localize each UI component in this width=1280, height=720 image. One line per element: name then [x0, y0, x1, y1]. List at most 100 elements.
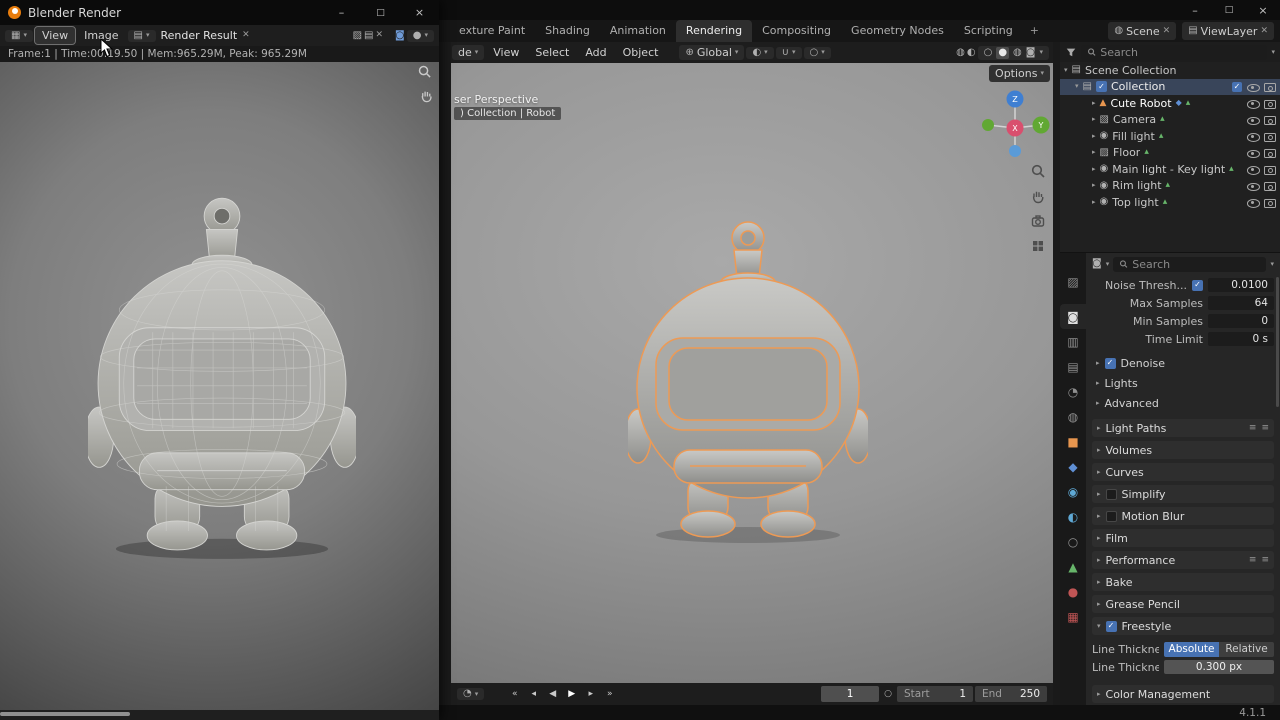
- presets-icon[interactable]: ≡: [1249, 556, 1257, 565]
- outliner-item-fill-light[interactable]: ▸ ◉ Fill light ▴: [1060, 128, 1280, 145]
- view-settings-dropdown[interactable]: ● ▾: [407, 30, 434, 42]
- field-value[interactable]: 0.0100: [1208, 278, 1274, 292]
- volumes-panel[interactable]: ▸ Volumes: [1092, 441, 1274, 459]
- bake-panel[interactable]: ▸ Bake: [1092, 573, 1274, 591]
- workspace-tab-compositing[interactable]: Compositing: [752, 20, 841, 42]
- outliner-item-cute-robot[interactable]: ▸ ▲ Cute Robot ◆ ▴: [1060, 95, 1280, 112]
- expand-icon[interactable]: ▾: [1064, 67, 1068, 74]
- texture-properties-tab[interactable]: ▦: [1060, 604, 1086, 629]
- disable-render-camera-icon[interactable]: [1263, 80, 1276, 93]
- outliner-item-scene-collection[interactable]: ▾ ▤ Scene Collection: [1060, 62, 1280, 79]
- pan-hand-icon[interactable]: [1030, 188, 1046, 204]
- unpin-icon[interactable]: ✕: [376, 31, 384, 40]
- image-slot-dropdown[interactable]: ▤ ▾: [128, 30, 156, 42]
- field-value[interactable]: 0: [1208, 314, 1274, 328]
- outliner-search-input[interactable]: [1100, 46, 1261, 59]
- minimize-button[interactable]: –: [1178, 0, 1212, 20]
- constraints-properties-tab[interactable]: ○: [1060, 529, 1086, 554]
- jump-to-end-button[interactable]: »: [601, 686, 618, 702]
- performance-panel[interactable]: ▸ Performance ≡ ≡: [1092, 551, 1274, 569]
- orthographic-toggle-icon[interactable]: [1030, 238, 1046, 254]
- expand-icon[interactable]: ▾: [1075, 83, 1079, 90]
- maximize-button[interactable]: □: [361, 0, 400, 25]
- menu-view[interactable]: View: [35, 27, 75, 44]
- workspace-tab-shading[interactable]: Shading: [535, 20, 600, 42]
- camera-view-icon[interactable]: [1030, 213, 1046, 229]
- workspace-tab-geometry-nodes[interactable]: Geometry Nodes: [841, 20, 954, 42]
- properties-scrollbar[interactable]: [1276, 277, 1279, 407]
- open-image-icon[interactable]: ▤: [364, 31, 373, 41]
- menu-view[interactable]: View: [486, 44, 526, 61]
- menu-select[interactable]: Select: [528, 44, 576, 61]
- physics-properties-tab[interactable]: ◐: [1060, 504, 1086, 529]
- next-keyframe-button[interactable]: ▸: [582, 686, 599, 702]
- field-value[interactable]: 0 s: [1208, 332, 1274, 346]
- presets-icon[interactable]: ≡: [1249, 424, 1257, 433]
- minimize-button[interactable]: –: [322, 0, 361, 25]
- timeline-editor-dropdown[interactable]: ◔ ▾: [457, 688, 484, 700]
- frame-start-field[interactable]: Start 1: [897, 686, 973, 702]
- absolute-button[interactable]: Absolute: [1164, 642, 1219, 657]
- relative-button[interactable]: Relative: [1219, 642, 1274, 657]
- object-properties-tab[interactable]: ■: [1060, 429, 1086, 454]
- disable-render-camera-icon[interactable]: [1263, 146, 1276, 159]
- collection-selectable-checkbox[interactable]: ✓: [1232, 82, 1242, 92]
- zoom-icon[interactable]: [417, 64, 432, 79]
- lights-subsection[interactable]: ▸ Lights: [1092, 375, 1274, 391]
- hide-eye-icon[interactable]: [1246, 196, 1259, 209]
- outliner-item-rim-light[interactable]: ▸ ◉ Rim light ▴: [1060, 178, 1280, 195]
- render-window-titlebar[interactable]: Blender Render – □ ×: [0, 0, 439, 25]
- unlink-viewlayer-icon[interactable]: ✕: [1260, 27, 1268, 36]
- play-button[interactable]: ▶: [563, 686, 580, 702]
- properties-search-input[interactable]: [1132, 258, 1260, 271]
- expand-icon[interactable]: ▸: [1092, 100, 1096, 107]
- grease-pencil-panel[interactable]: ▸ Grease Pencil: [1092, 595, 1274, 613]
- field-value[interactable]: 64: [1208, 296, 1274, 310]
- shading-material-button[interactable]: ◍: [1013, 48, 1022, 58]
- pan-hand-icon[interactable]: [419, 88, 434, 103]
- menu-object[interactable]: Object: [616, 44, 666, 61]
- disable-render-camera-icon[interactable]: [1263, 179, 1276, 192]
- output-properties-tab[interactable]: ▥: [1060, 329, 1086, 354]
- properties-options-icon[interactable]: ▾: [1270, 261, 1274, 268]
- hide-eye-icon[interactable]: [1246, 146, 1259, 159]
- hide-eye-icon[interactable]: [1246, 80, 1259, 93]
- auto-keying-icon[interactable]: ○: [884, 690, 892, 699]
- horizontal-scrollbar[interactable]: [0, 712, 130, 716]
- disable-render-camera-icon[interactable]: [1263, 196, 1276, 209]
- outliner-item-collection[interactable]: ▾ ▤ ✓ Collection ✓: [1060, 79, 1280, 96]
- outliner-item-top-light[interactable]: ▸ ◉ Top light ▴: [1060, 194, 1280, 211]
- simplify-panel[interactable]: ▸ ✓ Simplify: [1092, 485, 1274, 503]
- robot-model[interactable]: [628, 218, 868, 548]
- 3d-viewport[interactable]: Options ▾ ser Perspective ) Collection |…: [451, 63, 1053, 683]
- expand-icon[interactable]: ▸: [1092, 133, 1096, 140]
- filter-funnel-icon[interactable]: [1065, 46, 1077, 58]
- filter-options-icon[interactable]: ▾: [1271, 49, 1275, 56]
- expand-icon[interactable]: ▸: [1092, 199, 1096, 206]
- mode-dropdown[interactable]: de ▾: [452, 45, 484, 60]
- viewlayer-selector[interactable]: ▤ ViewLayer ✕: [1182, 22, 1274, 40]
- workspace-tab-animation[interactable]: Animation: [600, 20, 676, 42]
- simplify-checkbox[interactable]: ✓: [1106, 489, 1117, 500]
- current-frame-field[interactable]: 1: [821, 686, 879, 702]
- shading-solid-button[interactable]: ●: [996, 47, 1009, 59]
- outliner-item-camera[interactable]: ▸ ▧ Camera ▴: [1060, 112, 1280, 129]
- hide-eye-icon[interactable]: [1246, 179, 1259, 192]
- disable-render-camera-icon[interactable]: [1263, 130, 1276, 143]
- expand-icon[interactable]: ▸: [1092, 116, 1096, 123]
- image-datablock-name[interactable]: Render Result: [161, 29, 238, 42]
- navigation-gizmo[interactable]: Z Y X: [973, 79, 1053, 163]
- workspace-tab-texture-paint[interactable]: exture Paint: [449, 20, 535, 42]
- maximize-button[interactable]: □: [1212, 0, 1246, 20]
- new-image-icon[interactable]: ▨: [353, 31, 362, 41]
- outliner-search[interactable]: [1081, 45, 1267, 60]
- object-data-properties-tab[interactable]: ▲: [1060, 554, 1086, 579]
- tool-properties-tab[interactable]: ▨: [1060, 269, 1086, 294]
- scene-selector[interactable]: ◍ Scene ✕: [1108, 22, 1176, 40]
- hide-eye-icon[interactable]: [1246, 113, 1259, 126]
- line-thickness-value[interactable]: 0.300 px: [1164, 660, 1274, 674]
- render-properties-tab[interactable]: ◙: [1060, 304, 1086, 329]
- denoise-checkbox[interactable]: ✓: [1105, 358, 1116, 369]
- curves-panel[interactable]: ▸ Curves: [1092, 463, 1274, 481]
- light-paths-panel[interactable]: ▸ Light Paths ≡ ≡: [1092, 419, 1274, 437]
